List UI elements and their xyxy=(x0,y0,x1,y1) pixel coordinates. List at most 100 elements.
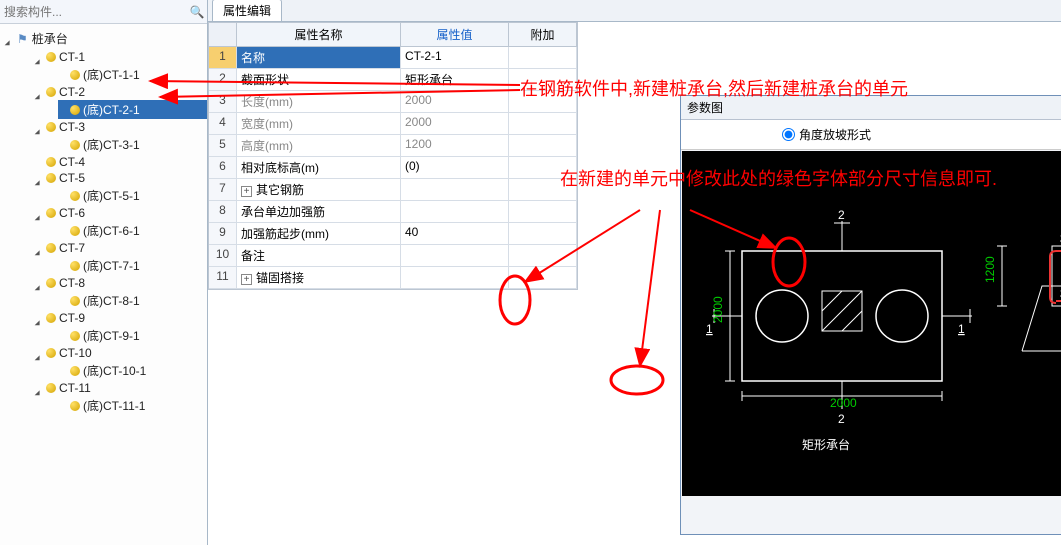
node-icon xyxy=(70,261,80,271)
radio-bottomwidth[interactable]: 底宽放坡形式 xyxy=(972,126,1061,143)
node-icon xyxy=(46,313,56,323)
cell-name: 截面形状 xyxy=(237,69,401,90)
grid-row[interactable]: 8承台单边加强筋 xyxy=(209,201,577,223)
node-icon xyxy=(46,278,56,288)
tree-node[interactable]: CT-10 xyxy=(34,345,207,361)
root-icon: ⚑ xyxy=(17,32,28,46)
node-label: CT-8 xyxy=(59,276,85,290)
cell-value[interactable] xyxy=(401,267,509,288)
tree-node[interactable]: CT-3 xyxy=(34,119,207,135)
node-label: (底)CT-11-1 xyxy=(83,397,145,414)
diagram-svg: 2 2 1 1 2000 2000 1200 矩形承台 全部翻起 1-1 横向面… xyxy=(682,151,1061,496)
svg-text:2: 2 xyxy=(838,208,845,222)
tree-child-node[interactable]: (底)CT-5-1 xyxy=(58,186,207,205)
grid-header: 属性名称 属性值 附加 xyxy=(209,23,577,47)
tree-node[interactable]: CT-8 xyxy=(34,275,207,291)
tree-child-node[interactable]: (底)CT-3-1 xyxy=(58,135,207,154)
tree-child-node[interactable]: (底)CT-6-1 xyxy=(58,221,207,240)
node-icon xyxy=(70,191,80,201)
node-label: (底)CT-1-1 xyxy=(83,66,140,83)
node-label: (底)CT-6-1 xyxy=(83,222,140,239)
grid-row[interactable]: 10备注 xyxy=(209,245,577,267)
tree-root[interactable]: ⚑ 桩承台 xyxy=(4,28,207,49)
node-icon xyxy=(70,366,80,376)
cell-name: 名称 xyxy=(237,47,401,68)
node-label: (底)CT-3-1 xyxy=(83,136,140,153)
cell-name: 相对底标高(m) xyxy=(237,157,401,178)
grid-row[interactable]: 7其它钢筋 xyxy=(209,179,577,201)
node-label: CT-9 xyxy=(59,311,85,325)
node-label: CT-3 xyxy=(59,120,85,134)
cell-value[interactable]: 1200 xyxy=(401,135,509,156)
node-label: CT-7 xyxy=(59,241,85,255)
tree-node[interactable]: CT-9 xyxy=(34,310,207,326)
search-input[interactable] xyxy=(0,2,187,22)
tree-root-label: 桩承台 xyxy=(32,30,68,47)
tree-child-node[interactable]: (底)CT-1-1 xyxy=(58,65,207,84)
grid-row[interactable]: 2截面形状矩形承台 xyxy=(209,69,577,91)
cell-name: 备注 xyxy=(237,245,401,266)
node-icon xyxy=(70,140,80,150)
header-ext: 附加 xyxy=(509,23,577,46)
cell-value[interactable]: 40 xyxy=(401,223,509,244)
cell-value[interactable]: (0) xyxy=(401,157,509,178)
tab-property-edit[interactable]: 属性编辑 xyxy=(212,0,282,21)
grid-row[interactable]: 11锚固搭接 xyxy=(209,267,577,289)
tree-child-node[interactable]: (底)CT-7-1 xyxy=(58,256,207,275)
grid-row[interactable]: 6相对底标高(m)(0) xyxy=(209,157,577,179)
node-label: CT-6 xyxy=(59,206,85,220)
cell-name: 承台单边加强筋 xyxy=(237,201,401,222)
grid-row[interactable]: 1名称CT-2-1 xyxy=(209,47,577,69)
node-icon xyxy=(46,208,56,218)
node-icon xyxy=(46,348,56,358)
param-title: 参数图 xyxy=(681,96,1061,120)
tree-child-node[interactable]: (底)CT-11-1 xyxy=(58,396,207,415)
tree-node[interactable]: CT-6 xyxy=(34,205,207,221)
param-panel: 参数图 角度放坡形式 底宽放坡形式 xyxy=(680,95,1061,535)
tree-node[interactable]: CT-7 xyxy=(34,240,207,256)
svg-text:1: 1 xyxy=(958,322,965,336)
grid-row[interactable]: 4宽度(mm)2000 xyxy=(209,113,577,135)
node-label: (底)CT-9-1 xyxy=(83,327,140,344)
tree-child-node[interactable]: (底)CT-10-1 xyxy=(58,361,207,380)
cell-name: 锚固搭接 xyxy=(237,267,401,288)
node-icon xyxy=(70,401,80,411)
svg-text:2000: 2000 xyxy=(711,296,725,323)
search-icon[interactable]: 🔍 xyxy=(187,2,207,22)
node-label: (底)CT-2-1 xyxy=(83,101,140,118)
tree-child-node[interactable]: (底)CT-9-1 xyxy=(58,326,207,345)
grid-row[interactable]: 5高度(mm)1200 xyxy=(209,135,577,157)
radio-angle[interactable]: 角度放坡形式 xyxy=(681,126,972,143)
node-icon xyxy=(46,383,56,393)
cell-value[interactable] xyxy=(401,245,509,266)
tree-panel: 🔍 ⚑ 桩承台 CT-1 (底)CT-1-1CT-2(底)CT-2-1 CT-3 (底… xyxy=(0,0,208,545)
search-bar: 🔍 xyxy=(0,0,207,24)
tree-node[interactable]: CT-1 xyxy=(34,49,207,65)
right-area: 属性编辑 属性名称 属性值 附加 1名称CT-2-12截面形状矩形承台3长度(m… xyxy=(208,0,1061,545)
cell-value[interactable]: CT-2-1 xyxy=(401,47,509,68)
node-label: CT-5 xyxy=(59,171,85,185)
cell-value[interactable] xyxy=(401,201,509,222)
header-name: 属性名称 xyxy=(237,23,401,46)
node-label: CT-11 xyxy=(59,381,91,395)
cell-value[interactable]: 2000 xyxy=(401,91,509,112)
node-icon xyxy=(46,243,56,253)
tree-node[interactable]: CT-5 xyxy=(34,170,207,186)
cell-name: 高度(mm) xyxy=(237,135,401,156)
node-label: CT-4 xyxy=(59,155,85,169)
cell-value[interactable] xyxy=(401,179,509,200)
tree-node[interactable]: CT-2 xyxy=(34,84,207,100)
node-icon xyxy=(46,157,56,167)
tree-node[interactable]: CT-4 xyxy=(34,154,207,170)
cell-value[interactable]: 2000 xyxy=(401,113,509,134)
grid-row[interactable]: 3长度(mm)2000 xyxy=(209,91,577,113)
node-label: CT-1 xyxy=(59,50,85,64)
node-icon xyxy=(46,173,56,183)
cell-value[interactable]: 矩形承台 xyxy=(401,69,509,90)
tree-child-node[interactable]: (底)CT-2-1 xyxy=(58,100,207,119)
node-icon xyxy=(46,87,56,97)
grid-row[interactable]: 9加强筋起步(mm)40 xyxy=(209,223,577,245)
svg-text:1200: 1200 xyxy=(983,256,997,283)
tree-node[interactable]: CT-11 xyxy=(34,380,207,396)
tree-child-node[interactable]: (底)CT-8-1 xyxy=(58,291,207,310)
